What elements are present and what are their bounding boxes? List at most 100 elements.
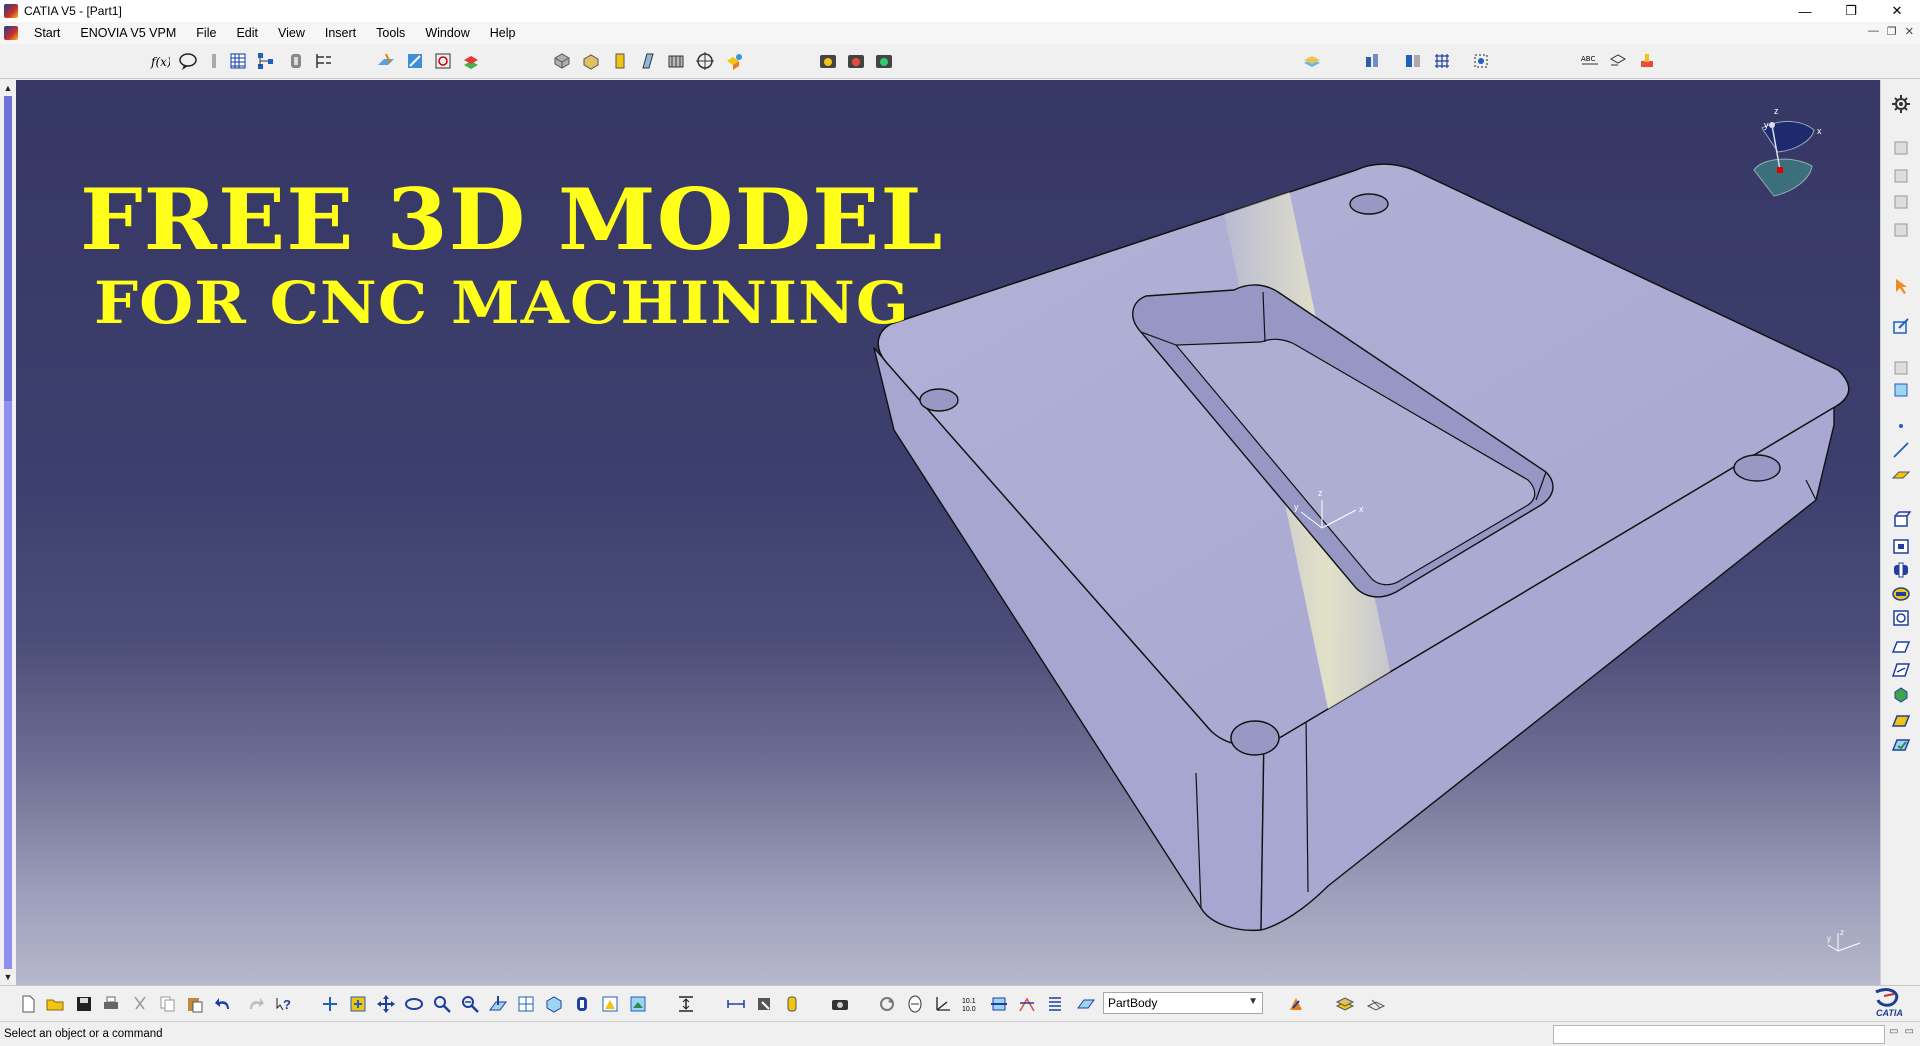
stiffener-icon[interactable] <box>666 51 686 71</box>
fit-all-icon[interactable] <box>1471 51 1491 71</box>
define-in-work-object-icon[interactable] <box>1076 994 1096 1014</box>
tree-expand-icon[interactable] <box>676 994 696 1014</box>
menu-start[interactable]: Start <box>24 22 70 44</box>
command-input[interactable] <box>1553 1025 1885 1044</box>
reference-plane-icon[interactable] <box>1891 464 1911 484</box>
vertical-scrollbar[interactable]: ▲ ▼ <box>0 80 16 985</box>
menu-window[interactable]: Window <box>415 22 479 44</box>
menu-help[interactable]: Help <box>480 22 526 44</box>
chamfer-icon[interactable] <box>846 51 866 71</box>
key-icon[interactable] <box>204 51 224 71</box>
save-icon[interactable] <box>74 994 94 1014</box>
compass-icon[interactable]: x y z <box>1742 100 1832 210</box>
layer-list-icon[interactable] <box>1045 994 1065 1014</box>
solid-feature-icon[interactable] <box>1891 684 1911 704</box>
minimize-button[interactable]: — <box>1782 0 1828 22</box>
shading-icon[interactable] <box>572 994 592 1014</box>
grid-snap-icon[interactable] <box>1432 51 1452 71</box>
open-file-icon[interactable] <box>45 994 65 1014</box>
scale-icon[interactable]: 10.1 10.0 <box>961 994 981 1014</box>
solid-combine-icon[interactable] <box>724 51 744 71</box>
grid-sketch-icon[interactable] <box>433 51 453 71</box>
doc-close-button[interactable]: ✕ <box>1905 25 1914 38</box>
comment-icon[interactable] <box>178 51 198 71</box>
manipulate-icon[interactable] <box>905 994 925 1014</box>
multi-view-icon[interactable] <box>516 994 536 1014</box>
menu-view[interactable]: View <box>268 22 315 44</box>
sketch-edit-icon[interactable] <box>1891 316 1911 336</box>
material-library-icon[interactable] <box>1335 994 1355 1014</box>
pan-part-icon[interactable] <box>754 994 774 1014</box>
scroll-up-icon[interactable]: ▲ <box>3 83 13 93</box>
structure-icon[interactable] <box>314 51 334 71</box>
print-icon[interactable] <box>101 994 121 1014</box>
constraint-3-icon[interactable] <box>1891 192 1911 212</box>
pad-icon[interactable] <box>552 51 572 71</box>
zoom-in-icon[interactable] <box>432 994 452 1014</box>
hole-icon[interactable] <box>695 51 715 71</box>
sketcher-icon[interactable] <box>405 51 425 71</box>
dimension-icon[interactable] <box>726 994 746 1014</box>
pad-feature-icon[interactable] <box>1891 510 1911 530</box>
constraint-4-icon[interactable] <box>1891 220 1911 240</box>
knowledge-tree-icon[interactable] <box>256 51 276 71</box>
groove-feature-icon[interactable] <box>1891 584 1911 604</box>
table-icon[interactable] <box>228 51 248 71</box>
current-body-select[interactable]: PartBody ▼ <box>1103 992 1263 1014</box>
measure-between-icon[interactable] <box>989 994 1009 1014</box>
knowledge-advisor-icon[interactable] <box>1286 994 1306 1014</box>
copy-icon[interactable] <box>157 994 177 1014</box>
scroll-down-icon[interactable]: ▼ <box>3 972 13 982</box>
iso-view-icon[interactable] <box>544 994 564 1014</box>
cut-icon[interactable] <box>130 994 150 1014</box>
menu-insert[interactable]: Insert <box>315 22 366 44</box>
plane-stack-icon[interactable] <box>1891 358 1911 378</box>
loft-feature-icon[interactable] <box>1891 710 1911 730</box>
measure-inertia-icon[interactable] <box>1403 51 1423 71</box>
fillet-icon[interactable] <box>818 51 838 71</box>
pocket-feature-icon[interactable] <box>1891 536 1911 556</box>
rotate-icon[interactable] <box>404 994 424 1014</box>
update-icon[interactable] <box>877 994 897 1014</box>
menu-tools[interactable]: Tools <box>366 22 415 44</box>
rib-icon[interactable] <box>638 51 658 71</box>
whats-this-icon[interactable]: ? <box>275 994 295 1014</box>
draft-icon[interactable] <box>874 51 894 71</box>
menu-file[interactable]: File <box>186 22 226 44</box>
normal-view-icon[interactable] <box>488 994 508 1014</box>
paste-icon[interactable] <box>185 994 205 1014</box>
status-button-2[interactable]: ▭ <box>1905 1026 1914 1037</box>
close-button[interactable]: ✕ <box>1874 0 1920 22</box>
scroll-thumb[interactable] <box>4 96 12 401</box>
capture-icon[interactable] <box>830 994 850 1014</box>
formula-icon[interactable]: f(x) <box>150 51 170 71</box>
pocket-icon[interactable] <box>581 51 601 71</box>
body-icon[interactable] <box>782 994 802 1014</box>
zoom-out-icon[interactable] <box>460 994 480 1014</box>
constraint-2-icon[interactable] <box>1891 166 1911 186</box>
point-icon[interactable] <box>1891 416 1911 436</box>
part-design-icon[interactable] <box>286 51 306 71</box>
fly-mode-icon[interactable] <box>320 994 340 1014</box>
doc-restore-button[interactable]: ❐ <box>1887 25 1897 38</box>
shaft-feature-icon[interactable] <box>1891 560 1911 580</box>
remove-loft-icon[interactable] <box>1891 734 1911 754</box>
pan-icon[interactable] <box>376 994 396 1014</box>
doc-minimize-button[interactable]: — <box>1868 25 1879 38</box>
restore-button[interactable]: ❐ <box>1828 0 1874 22</box>
undo-icon[interactable] <box>214 994 234 1014</box>
constraint-icon[interactable] <box>1891 138 1911 158</box>
apply-material-2-icon[interactable] <box>1366 994 1386 1014</box>
line-icon[interactable] <box>1891 440 1911 460</box>
select-arrow-icon[interactable] <box>1891 276 1911 296</box>
hide-show-icon[interactable] <box>600 994 620 1014</box>
fit-all-in-icon[interactable] <box>348 994 368 1014</box>
apply-material-icon[interactable] <box>1302 51 1322 71</box>
swap-space-icon[interactable] <box>628 994 648 1014</box>
redo-icon[interactable] <box>245 994 265 1014</box>
axis-system-icon[interactable] <box>933 994 953 1014</box>
status-button-1[interactable]: ▭ <box>1889 1026 1898 1037</box>
rib-feature-icon[interactable] <box>1891 636 1911 656</box>
new-file-icon[interactable] <box>18 994 38 1014</box>
shaft-icon[interactable] <box>610 51 630 71</box>
